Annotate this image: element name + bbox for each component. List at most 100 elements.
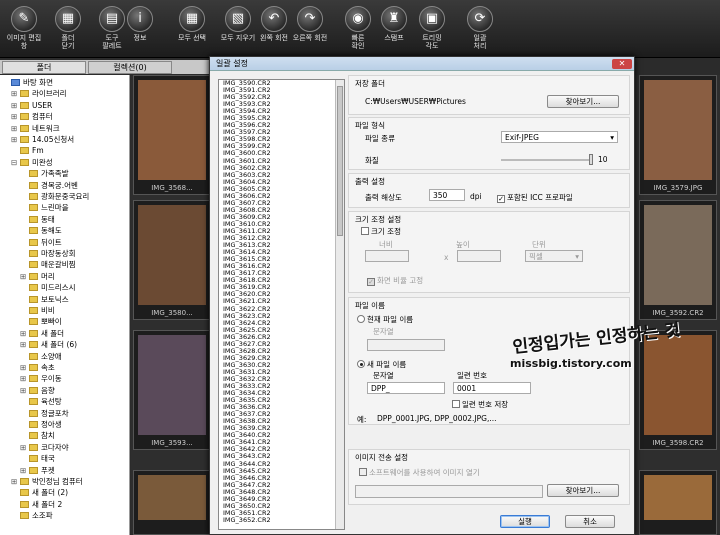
thumbnail[interactable]: IMG_3580... — [133, 200, 211, 320]
tree-item[interactable]: 미드리스시 — [20, 282, 76, 293]
expand-icon[interactable]: ⊞ — [20, 385, 29, 396]
width-input[interactable] — [365, 250, 409, 262]
tree-item[interactable]: ⊞ 머리 — [20, 271, 55, 282]
transfer-browse-button[interactable]: 찾아보기... — [547, 484, 619, 497]
tree-item[interactable]: ⊞ 코다자야 — [20, 442, 69, 453]
thumbnail[interactable] — [639, 470, 717, 535]
current-name-radio[interactable] — [357, 315, 365, 323]
current-name-input[interactable] — [367, 339, 445, 351]
tree-item[interactable]: 비비 — [20, 305, 55, 316]
tree-item[interactable]: ⊞ 새 폴더 — [20, 328, 64, 339]
height-input[interactable] — [457, 250, 501, 262]
tree-item[interactable]: 정아생 — [20, 419, 62, 430]
tab-folder[interactable]: 폴더 — [2, 61, 86, 74]
new-name-radio[interactable] — [357, 360, 365, 368]
file-list-item[interactable]: IMG_3652.CR2 — [219, 516, 344, 524]
icc-checkbox[interactable]: ✓ — [497, 195, 505, 203]
tree-item[interactable]: 태국 — [20, 453, 55, 464]
tree-item[interactable]: 뽀빠이 — [20, 316, 62, 327]
tree-item[interactable]: 광화문중국요리 — [20, 191, 89, 202]
expand-icon[interactable]: ⊞ — [11, 88, 20, 99]
expand-icon[interactable]: ⊞ — [11, 100, 20, 111]
tree-item[interactable]: 새 폴더 2 — [11, 499, 62, 510]
toolbar-button[interactable]: ▣ 트리밍 각도 — [410, 4, 454, 50]
tree-item[interactable]: 매운갈비찜 — [20, 259, 76, 270]
tree-item[interactable]: 동태 — [20, 214, 55, 225]
toolbar-button[interactable]: ✎ 이미지 편집 창 — [2, 4, 46, 50]
expand-icon[interactable]: ⊞ — [11, 134, 20, 145]
tree-item[interactable]: 소조파 — [11, 510, 53, 521]
thumbnail[interactable]: IMG_3592.CR2 — [639, 200, 717, 320]
file-list[interactable]: IMG_3590.CR2 IMG_3591.CR2 IMG_3592.CR2 IMG_… — [218, 79, 345, 530]
tree-item[interactable]: 새 폴더 (2) — [11, 487, 68, 498]
toolbar-button[interactable]: ↷ 오른쪽 회전 — [288, 4, 332, 42]
tree-item[interactable]: 참치 — [20, 430, 55, 441]
cancel-button[interactable]: 취소 — [565, 515, 615, 528]
thumbnail[interactable]: IMG_3598.CR2 — [639, 330, 717, 450]
tree-item[interactable]: 육선탕 — [20, 396, 62, 407]
tree-item[interactable]: ⊞ 네트워크 — [11, 123, 60, 134]
expand-icon[interactable]: ⊞ — [20, 442, 29, 453]
toolbar-label: 닫기 — [61, 42, 75, 50]
tree-item[interactable]: 뒤이트 — [20, 237, 62, 248]
expand-icon[interactable]: ⊞ — [20, 465, 29, 476]
thumbnail[interactable] — [133, 470, 211, 535]
toolbar-button[interactable]: ▦ 폴더 닫기 — [46, 4, 90, 50]
tree-item[interactable]: 소양애 — [20, 351, 62, 362]
tree-item[interactable]: 마장동상회 — [20, 248, 76, 259]
expand-icon[interactable]: ⊞ — [20, 373, 29, 384]
expand-icon[interactable]: ⊞ — [20, 271, 29, 282]
tree-item[interactable]: 경복궁.어벤 — [20, 180, 78, 191]
run-button[interactable]: 실행 — [500, 515, 550, 528]
tree-item[interactable]: 바탕 화면 — [2, 77, 53, 88]
quality-slider-thumb[interactable] — [589, 154, 593, 165]
tab-collection[interactable]: 컬렉션(0) — [88, 61, 172, 74]
tree-item[interactable]: 느린마을 — [20, 202, 69, 213]
tree-item[interactable]: ⊞ 푸켓 — [20, 465, 55, 476]
tree-item[interactable]: ⊞ USER — [11, 100, 52, 111]
scrollbar-thumb[interactable] — [337, 86, 343, 236]
expand-icon[interactable]: ⊞ — [20, 339, 29, 350]
file-list-scrollbar[interactable] — [335, 80, 344, 529]
expand-icon[interactable]: ⊞ — [20, 328, 29, 339]
tree-item[interactable]: ⊞ 14.05신청서 — [11, 134, 74, 145]
toolbar-button[interactable]: ⟳ 일괄 처리 — [458, 4, 502, 50]
string-input[interactable]: DPP_ — [367, 382, 445, 394]
tree-item[interactable]: ⊞ 컴퓨터 — [11, 111, 53, 122]
expand-icon[interactable]: ⊞ — [11, 111, 20, 122]
tree-item[interactable]: ⊞ 새 폴더 (6) — [20, 339, 77, 350]
file-type-select[interactable]: Exif-JPEG ▾ — [501, 131, 618, 143]
save-folder-browse-button[interactable]: 찾아보기... — [547, 95, 619, 108]
tree-item[interactable]: 정글포차 — [20, 408, 69, 419]
tree-item[interactable]: ⊞ 속초 — [20, 362, 55, 373]
toolbar-button[interactable]: ▦ 모두 선택 — [170, 4, 214, 42]
serial-save-checkbox[interactable] — [452, 400, 460, 408]
expand-icon[interactable]: ⊞ — [11, 476, 20, 487]
expand-icon[interactable]: ⊞ — [11, 123, 20, 134]
expand-icon[interactable]: ⊞ — [20, 362, 29, 373]
tree-item-label: 우이동 — [41, 374, 62, 384]
tree-item[interactable]: 보토닉스 — [20, 294, 69, 305]
tree-item[interactable]: ⊞ 우이동 — [20, 373, 62, 384]
toolbar-button[interactable]: i 정보 — [118, 4, 162, 42]
thumbnail[interactable]: IMG_3593... — [133, 330, 211, 450]
transfer-path-input[interactable] — [355, 485, 543, 498]
aspect-checkbox[interactable]: ✓ — [367, 278, 375, 286]
resolution-input[interactable]: 350 — [429, 189, 465, 201]
expand-icon[interactable]: ⊟ — [11, 157, 20, 168]
tree-item[interactable]: ⊟ 미완성 — [11, 157, 53, 168]
tree-item[interactable]: 가족족발 — [20, 168, 69, 179]
serial-input[interactable]: 0001 — [453, 382, 531, 394]
transfer-checkbox[interactable] — [359, 468, 367, 476]
resize-checkbox[interactable] — [361, 227, 369, 235]
tree-item[interactable]: ⊞ 음향 — [20, 385, 55, 396]
unit-select[interactable]: 픽셀 ▾ — [525, 250, 583, 262]
tree-item[interactable]: 동해도 — [20, 225, 62, 236]
thumbnail[interactable]: IMG_3579.JPG — [639, 75, 717, 195]
quality-slider-track[interactable] — [501, 159, 593, 161]
tree-item[interactable]: ⊞ 박인정님 컴퓨터 — [11, 476, 83, 487]
close-icon[interactable]: ✕ — [612, 59, 632, 69]
tree-item[interactable]: ⊞ 라이브러리 — [11, 88, 67, 99]
thumbnail[interactable]: IMG_3568... — [133, 75, 211, 195]
tree-item[interactable]: Fm — [11, 145, 44, 156]
